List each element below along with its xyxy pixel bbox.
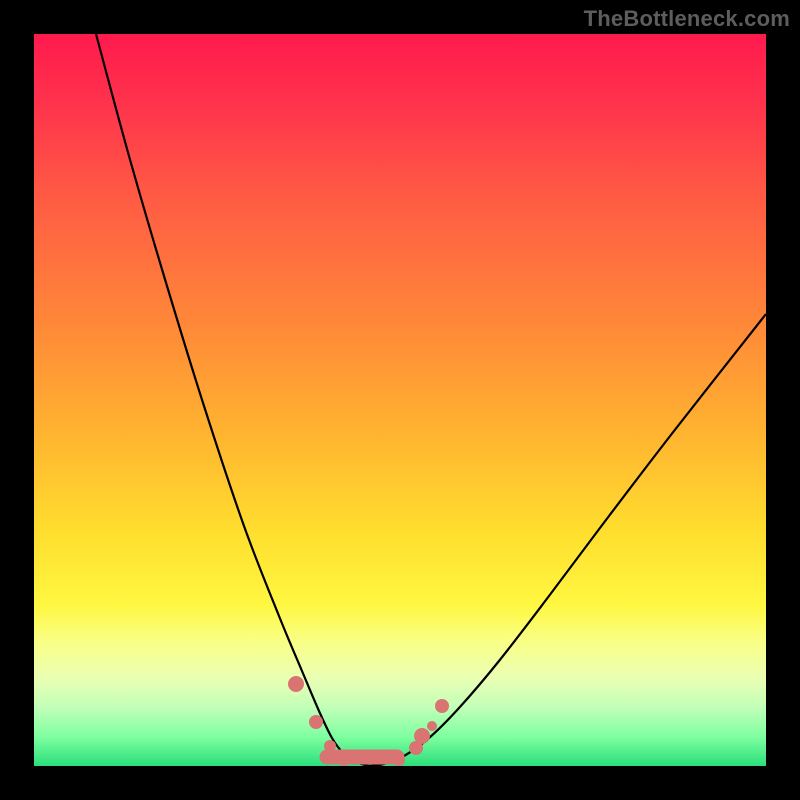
chart-area [34, 34, 766, 766]
marker-dot [414, 728, 430, 744]
marker-dot [338, 754, 350, 766]
curve-right [369, 314, 766, 766]
marker-dot [393, 754, 405, 766]
marker-bottom-run [320, 750, 404, 764]
marker-dot [288, 676, 304, 692]
watermark-label: TheBottleneck.com [584, 6, 790, 32]
curve-left [96, 34, 369, 766]
marker-dot [435, 699, 449, 713]
marker-dot [324, 740, 336, 752]
marker-dot [309, 715, 323, 729]
bottleneck-curve-plot [34, 34, 766, 766]
marker-dot [427, 721, 437, 731]
